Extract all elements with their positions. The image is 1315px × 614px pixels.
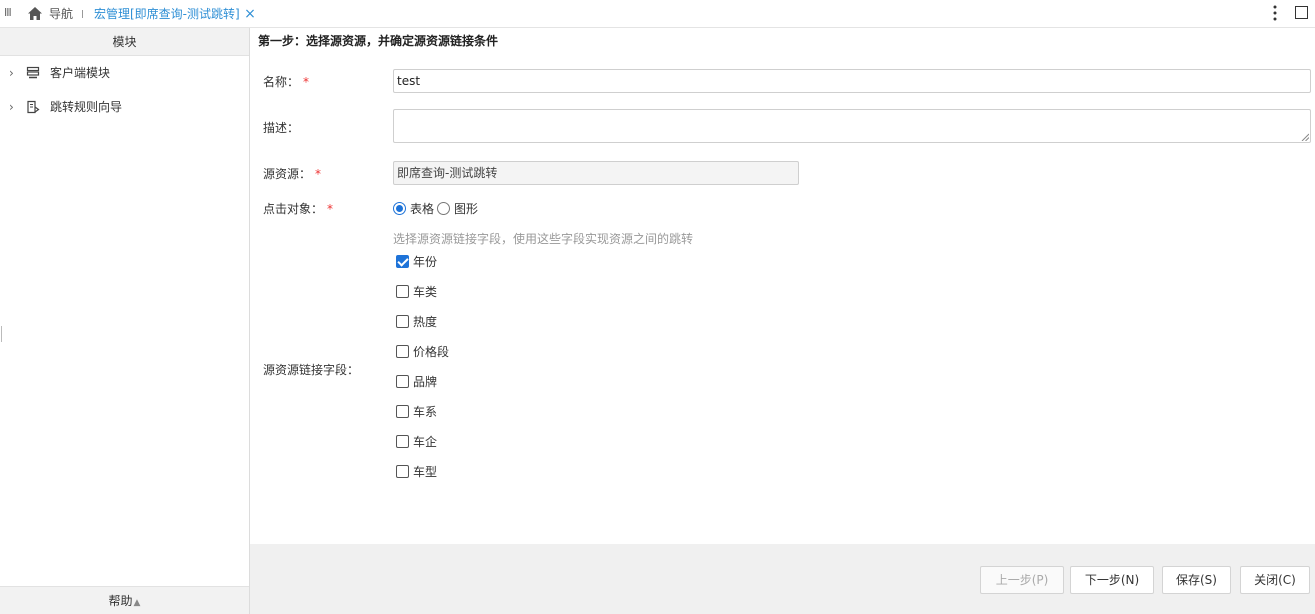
click-label-text: 点击对象： [263,202,324,216]
checkbox[interactable] [396,285,409,298]
tab-close-icon[interactable]: × [243,6,257,22]
radio-chart[interactable] [437,202,450,215]
resize-grip-icon[interactable] [1301,133,1309,141]
checkbox-label: 价格段 [413,345,450,359]
wizard-main-panel: 第一步：选择源资源，并确定源资源链接条件 名称： * test 描述： 源资源： *… [250,28,1315,614]
radio-table[interactable] [393,202,406,215]
checkbox-label: 品牌 [413,375,438,389]
chevron-up-icon: ▲ [133,598,141,608]
checkbox[interactable] [396,345,409,358]
name-label: 名称： * [263,74,309,90]
sidebar-item-label: 客户端模块 [50,66,111,80]
save-button[interactable]: 保存(S) [1162,566,1231,594]
checkbox[interactable] [396,315,409,328]
checkbox-label: 热度 [413,315,438,329]
sidebar-item-client-module[interactable]: › 客户端模块 [0,60,249,86]
checkbox-label: 年份 [413,255,438,269]
wizard-icon [27,100,40,114]
tab-macro-management[interactable]: 宏管理[即席查询-测试跳转] [94,6,240,22]
link-fields-hint: 选择源资源链接字段，使用这些字段实现资源之间的跳转 [393,232,694,246]
maximize-icon[interactable] [1295,6,1308,19]
sidebar-header: 模块 [0,28,249,56]
checkbox-label: 车企 [413,435,438,449]
close-button[interactable]: 关闭(C) [1240,566,1310,594]
module-sidebar: 模块 › 客户端模块 › 跳转规则向导 帮助▲ [0,28,250,614]
checkbox-label: 车型 [413,465,438,479]
prev-step-button[interactable]: 上一步(P) [980,566,1064,594]
name-label-text: 名称： [263,75,300,89]
expand-caret-icon[interactable]: › [9,60,19,86]
required-mark: * [303,75,310,89]
radio-chart-label[interactable]: 图形 [454,201,478,217]
checkbox[interactable] [396,435,409,448]
source-label-text: 源资源： [263,167,312,181]
tab-separator [82,10,83,18]
description-label: 描述： [263,121,300,135]
module-icon [26,66,40,79]
wizard-footer: 上一步(P) 下一步(N) 保存(S) 关闭(C) [250,544,1315,614]
checkbox[interactable] [396,405,409,418]
source-resource-label: 源资源： * [263,166,321,182]
click-target-radio-group: 表格 图形 [393,202,593,218]
sidebar-item-label: 跳转规则向导 [50,100,123,114]
home-icon[interactable] [27,6,43,21]
expand-caret-icon[interactable]: › [9,94,19,120]
more-options-icon[interactable] [1268,4,1282,22]
checkbox[interactable] [396,375,409,388]
name-input[interactable]: test [393,69,1311,93]
checkbox-label: 车类 [413,285,438,299]
source-resource-field: 即席查询-测试跳转 [393,161,799,185]
help-label: 帮助 [108,594,133,608]
step-title: 第一步：选择源资源，并确定源资源链接条件 [258,34,499,48]
required-mark: * [315,167,322,181]
radio-table-label[interactable]: 表格 [410,201,434,217]
next-step-button[interactable]: 下一步(N) [1070,566,1154,594]
menu-icon[interactable]: III [4,6,14,20]
click-target-label: 点击对象： * [263,201,333,217]
link-fields-label: 源资源链接字段： [263,363,360,377]
checkbox[interactable] [396,255,409,268]
description-textarea[interactable] [393,109,1311,143]
panel-splitter[interactable] [1,326,2,342]
nav-tab-label[interactable]: 导航 [49,6,73,22]
help-toggle[interactable]: 帮助▲ [0,586,249,614]
sidebar-item-jump-rule-wizard[interactable]: › 跳转规则向导 [0,94,249,120]
top-tab-bar: III 导航 宏管理[即席查询-测试跳转] × [0,0,1315,28]
checkbox-label: 车系 [413,405,438,419]
checkbox[interactable] [396,465,409,478]
required-mark: * [327,202,334,216]
